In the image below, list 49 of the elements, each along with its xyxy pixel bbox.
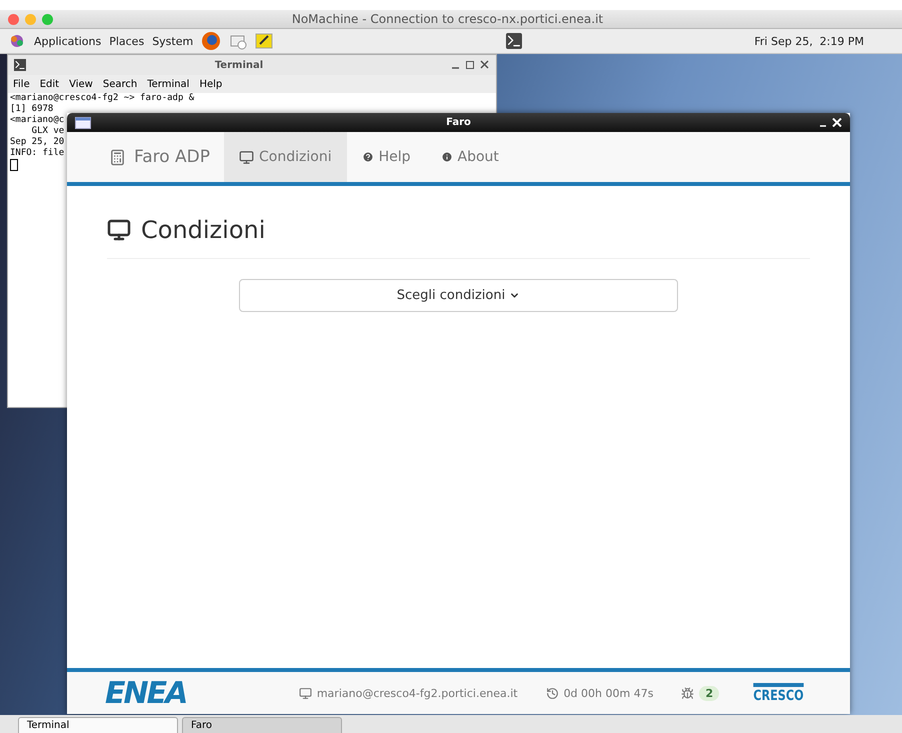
- menu-item[interactable]: Help: [199, 78, 222, 90]
- history-icon: [546, 686, 559, 700]
- window-icon: [75, 116, 91, 128]
- bug-icon: [681, 686, 694, 700]
- nav-tab[interactable]: About: [426, 132, 514, 182]
- menu-item[interactable]: View: [69, 78, 93, 90]
- menu-item[interactable]: Terminal: [147, 78, 190, 90]
- nav-tab[interactable]: Condizioni: [224, 132, 347, 182]
- taskbar-button[interactable]: Terminal: [18, 717, 178, 733]
- panel-menu[interactable]: System: [152, 34, 194, 48]
- menu-item[interactable]: Edit: [40, 78, 60, 90]
- enea-logo: ENEA: [105, 676, 186, 710]
- monitor-icon: [239, 150, 254, 164]
- conditions-dropdown[interactable]: Scegli condizioni: [239, 279, 678, 312]
- monitor-icon: [107, 218, 131, 242]
- note-icon[interactable]: [255, 32, 274, 50]
- nav-tab[interactable]: Help: [346, 132, 426, 182]
- user-status: mariano@cresco4-fg2.portici.enea.it: [298, 686, 518, 700]
- terminal-line: Sep 25, 20: [9, 137, 66, 148]
- taskbar-button[interactable]: Faro: [182, 717, 342, 733]
- terminal-line: [1] 6978: [9, 104, 54, 115]
- window-controls-icon[interactable]: [820, 118, 842, 127]
- panel-menu[interactable]: Applications: [34, 34, 102, 48]
- applications-icon[interactable]: [8, 33, 26, 49]
- page-heading: Condizioni: [107, 216, 810, 259]
- menu-item[interactable]: Search: [102, 78, 138, 90]
- terminal-icon: [14, 59, 26, 71]
- brand-link[interactable]: Faro ADP: [97, 132, 224, 182]
- window-controls-icon[interactable]: [452, 60, 490, 70]
- help-icon: [362, 151, 374, 163]
- cresco-logo: CRESCO: [753, 682, 804, 704]
- bug-count: 2: [699, 686, 720, 700]
- uptime-status: 0d 00h 00m 47s: [546, 686, 654, 700]
- menu-item[interactable]: File: [13, 78, 30, 90]
- browser-icon[interactable]: [201, 31, 222, 51]
- terminal-line: GLX ve: [30, 126, 66, 137]
- window-title: NoMachine - Connection to cresco-nx.portici.enea.it: [290, 12, 604, 26]
- calculator-icon: [109, 148, 126, 166]
- monitor-icon: [298, 686, 312, 700]
- panel-menu[interactable]: Places: [109, 34, 144, 48]
- window-title: Faro: [446, 117, 471, 128]
- terminal-icon[interactable]: [506, 33, 522, 49]
- cursor-icon: [10, 159, 18, 171]
- terminal-line: INFO: file: [9, 148, 66, 159]
- terminal-title: Terminal: [214, 60, 264, 70]
- info-icon: [440, 151, 453, 163]
- terminal-line: <mariano@c: [9, 115, 66, 126]
- terminal-line: <mariano@cresco4-fg2 ~> faro-adp &: [9, 93, 196, 104]
- clock[interactable]: Fri Sep 25, 2:19 PM: [754, 34, 864, 48]
